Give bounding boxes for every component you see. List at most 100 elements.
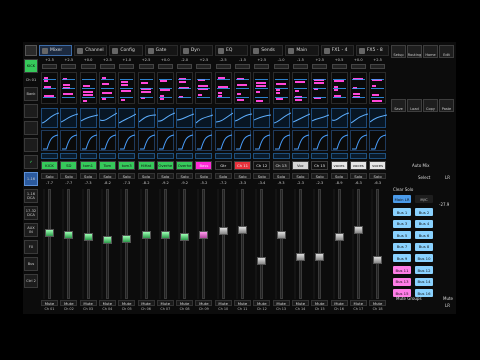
fader-cap[interactable]: [315, 253, 325, 262]
paste-button[interactable]: Paste: [439, 99, 454, 112]
send-display[interactable]: [118, 130, 136, 151]
bank-label[interactable]: Bank: [24, 87, 38, 101]
tab-gate[interactable]: Gate: [144, 45, 178, 56]
fader-track[interactable]: [102, 189, 112, 299]
gain-knob[interactable]: [292, 64, 308, 69]
layer-button[interactable]: 1-16: [24, 172, 38, 186]
bus-button[interactable]: Bus 9: [393, 254, 411, 263]
channel-name[interactable]: voces: [369, 161, 387, 170]
tab-channel[interactable]: Channel: [74, 45, 108, 56]
solo-button[interactable]: Solo: [176, 173, 194, 179]
eq-curve-display[interactable]: [118, 108, 137, 128]
pan-control[interactable]: [195, 153, 213, 169]
solo-button[interactable]: Solo: [272, 173, 290, 179]
solo-button[interactable]: Solo: [195, 173, 213, 179]
gain-knob[interactable]: [61, 64, 77, 69]
bus-button[interactable]: Bus 5: [393, 231, 411, 240]
routing-button[interactable]: Routing: [407, 45, 422, 58]
tab-fx5-8[interactable]: FX5 - 8: [355, 45, 390, 56]
gain-knob[interactable]: [235, 64, 250, 69]
fader-cap[interactable]: [45, 228, 54, 237]
channel-name[interactable]: voces: [349, 161, 367, 170]
tab-config[interactable]: Config: [109, 45, 143, 56]
channel-name[interactable]: KICK: [41, 161, 58, 170]
pan-control[interactable]: [79, 153, 97, 169]
send-display[interactable]: [176, 130, 194, 151]
bus-button[interactable]: Bus 14: [415, 277, 433, 286]
store-button[interactable]: [24, 104, 38, 118]
dynamics-display[interactable]: [349, 72, 367, 104]
gain-knob[interactable]: [80, 64, 96, 69]
fader-cap[interactable]: [295, 253, 305, 262]
send-display[interactable]: [369, 130, 387, 151]
dynamics-display[interactable]: [118, 72, 136, 104]
gain-knob[interactable]: [370, 64, 386, 69]
eq-curve-display[interactable]: [214, 108, 233, 128]
eq-curve-display[interactable]: [253, 108, 272, 128]
solo-button[interactable]: Solo: [349, 173, 367, 179]
tab-fx1-4[interactable]: FX1 - 4: [320, 45, 354, 56]
fader-track[interactable]: [315, 189, 325, 299]
send-display[interactable]: [214, 130, 232, 151]
layer-button[interactable]: Bus: [24, 257, 38, 271]
fader-cap[interactable]: [180, 232, 190, 241]
pan-control[interactable]: [176, 153, 194, 169]
fader-track[interactable]: [45, 189, 54, 299]
bus-button[interactable]: Bus 8: [415, 242, 433, 251]
mc-button[interactable]: M/C: [415, 195, 433, 203]
gain-knob[interactable]: [331, 64, 347, 69]
fader-cap[interactable]: [353, 225, 363, 234]
solo-button[interactable]: Solo: [156, 173, 174, 179]
fader-cap[interactable]: [199, 230, 209, 239]
solo-button[interactable]: Solo: [98, 173, 116, 179]
send-display[interactable]: [253, 130, 271, 151]
eq-curve-display[interactable]: [156, 108, 175, 128]
fader-cap[interactable]: [83, 232, 93, 241]
dynamics-display[interactable]: [60, 72, 78, 104]
main-lr-button[interactable]: Main LR: [393, 195, 411, 203]
fader-track[interactable]: [373, 189, 383, 299]
checkmark-icon[interactable]: ✔: [24, 155, 38, 169]
pan-control[interactable]: [41, 153, 58, 169]
fader-track[interactable]: [334, 189, 344, 299]
bus-button[interactable]: Bus 12: [415, 266, 433, 274]
pan-control[interactable]: [291, 153, 309, 169]
eq-curve-display[interactable]: [234, 108, 252, 128]
eq-curve-display[interactable]: [60, 108, 79, 128]
copy-button[interactable]: Copy: [423, 99, 438, 112]
channel-name[interactable]: Overhe: [156, 161, 174, 170]
fader-cap[interactable]: [238, 225, 247, 234]
bus-button[interactable]: Bus 3: [393, 219, 411, 228]
mute-button[interactable]: Mute: [291, 300, 309, 306]
save-button[interactable]: Save: [391, 99, 406, 112]
fader-track[interactable]: [160, 189, 170, 299]
pan-control[interactable]: [234, 153, 251, 169]
mute-button[interactable]: Mute: [369, 300, 387, 306]
fader-track[interactable]: [295, 189, 305, 299]
channel-name[interactable]: Gtr: [214, 161, 232, 170]
send-display[interactable]: [156, 130, 174, 151]
eq-curve-display[interactable]: [369, 108, 388, 128]
gain-knob[interactable]: [312, 64, 328, 69]
send-display[interactable]: [137, 130, 155, 151]
mute-button[interactable]: Mute: [79, 300, 97, 306]
eq-curve-display[interactable]: [349, 108, 368, 128]
channel-name[interactable]: Tom: [98, 161, 116, 170]
pan-control[interactable]: [98, 153, 116, 169]
gain-knob[interactable]: [215, 64, 231, 69]
dynamics-display[interactable]: [330, 72, 348, 104]
solo-button[interactable]: Solo: [234, 173, 251, 179]
dynamics-display[interactable]: [79, 72, 97, 104]
clear-solo-button[interactable]: Clear Solo: [393, 187, 413, 192]
selected-channel-badge[interactable]: KICK: [24, 59, 38, 73]
mute-button[interactable]: Mute: [156, 300, 174, 306]
eq-curve-display[interactable]: [79, 108, 98, 128]
dynamics-display[interactable]: [41, 72, 58, 104]
mute-button[interactable]: Mute: [234, 300, 251, 306]
fader-cap[interactable]: [218, 226, 228, 235]
channel-name[interactable]: HiHat: [137, 161, 155, 170]
fader-track[interactable]: [218, 189, 228, 299]
channel-name[interactable]: Ch 13: [272, 161, 290, 170]
dynamics-display[interactable]: [369, 72, 387, 104]
eq-curve-display[interactable]: [291, 108, 310, 128]
